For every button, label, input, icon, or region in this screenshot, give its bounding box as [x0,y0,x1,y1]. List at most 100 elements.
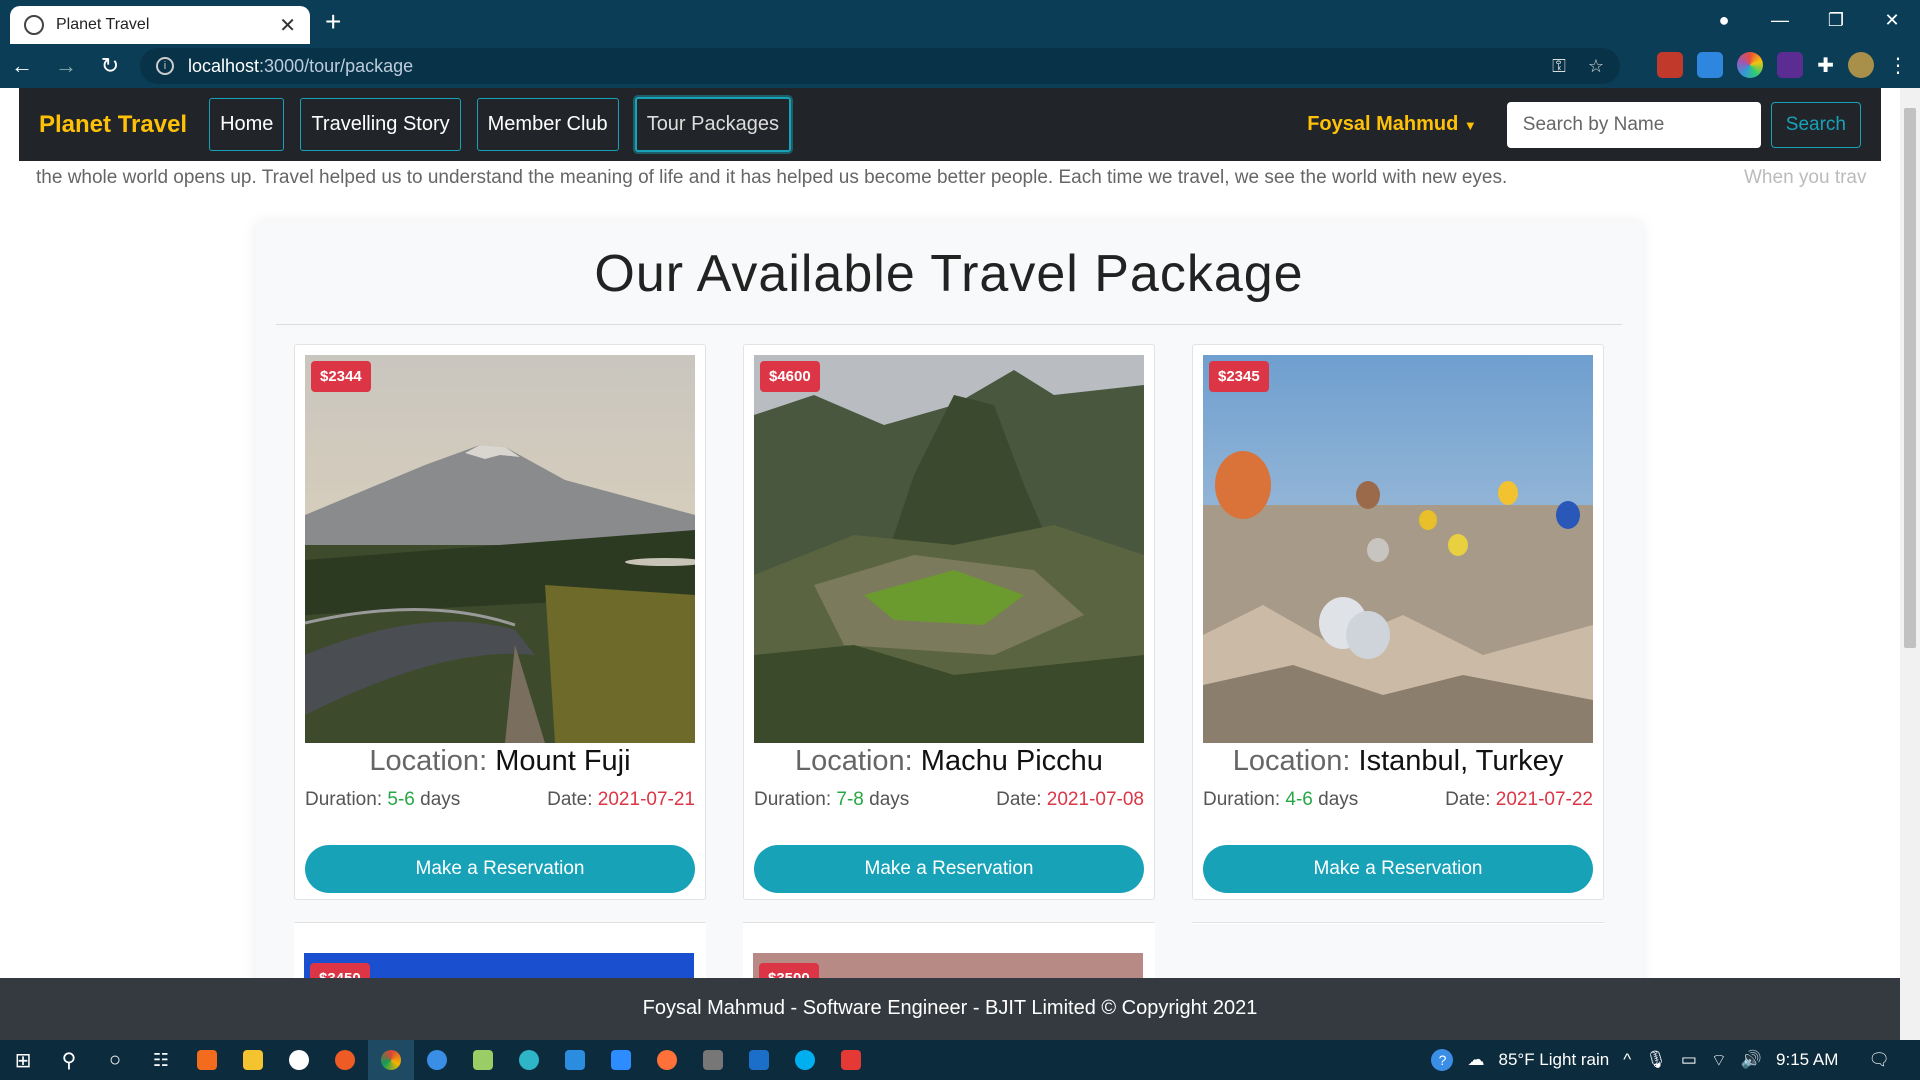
duration: Duration: 5-6 days [305,789,460,811]
vscode-icon[interactable] [552,1040,598,1080]
duration-value: 5-6 [387,789,415,810]
help-icon[interactable]: ? [1431,1049,1454,1071]
brand-logo[interactable]: Planet Travel [39,111,187,139]
volume-icon[interactable]: 🔊 [1741,1050,1762,1070]
edge-icon[interactable] [506,1040,552,1080]
location-name: Machu Picchu [920,745,1103,777]
skype-icon[interactable] [782,1040,828,1080]
browser-tab[interactable]: Planet Travel ✕ [10,6,310,44]
page-scrollbar[interactable] [1900,88,1920,1040]
forward-icon[interactable]: → [44,53,88,79]
puzzle-extensions-icon[interactable]: ✚ [1817,53,1834,78]
date-value: 2021-07-22 [1495,789,1593,810]
search-button[interactable]: Search [1770,101,1861,148]
date-value: 2021-07-08 [1046,789,1144,810]
microphone-icon[interactable]: 🎙 [1645,1050,1667,1070]
key-icon[interactable]: ⚿ [1552,56,1566,77]
file-explorer-icon[interactable] [230,1040,276,1080]
package-card: $4600 Location: Machu Picchu Duration: 7… [743,344,1155,900]
extension-icon[interactable] [1737,52,1764,78]
extension-icon[interactable] [1697,52,1724,78]
cortana-icon[interactable]: ○ [92,1040,138,1080]
close-window-icon[interactable]: ✕ [1864,10,1920,31]
url-path: :3000/tour/package [259,55,414,76]
make-reservation-button[interactable]: Make a Reservation [1203,845,1593,893]
task-view-icon[interactable]: ☷ [138,1040,184,1080]
search-icon[interactable]: ⚲ [46,1040,92,1080]
tab-close-icon[interactable]: ✕ [279,13,296,38]
nav-travelling-story[interactable]: Travelling Story [300,98,461,151]
price-badge: $2344 [311,361,371,392]
make-reservation-button[interactable]: Make a Reservation [305,845,695,893]
extensions-area: ✚ ⋮ [1657,52,1908,78]
package-card: $2344 Location: Mount Fuji Duration: 5-6… [294,344,706,900]
date-label: Date: [996,789,1042,810]
footer-text: Foysal Mahmud - Software Engineer - BJIT… [642,997,1258,1019]
date-label: Date: [547,789,593,810]
notifications-icon[interactable]: 🗨 [1868,1050,1890,1070]
notepad-icon[interactable] [460,1040,506,1080]
postman-icon[interactable] [322,1040,368,1080]
new-tab-icon[interactable]: + [325,6,341,38]
minimize-icon[interactable]: — [1752,10,1808,31]
nav-home[interactable]: Home [209,98,285,151]
github-icon[interactable] [276,1040,322,1080]
package-location: Location: Machu Picchu [744,745,1154,778]
extension-icon[interactable] [1777,52,1804,78]
package-location: Location: Mount Fuji [295,745,705,778]
user-name: Foysal Mahmud [1307,113,1459,135]
price-badge: $4600 [760,361,820,392]
reload-icon[interactable]: ↻ [88,53,132,79]
url-host: localhost [188,55,260,76]
user-menu-dropdown[interactable]: Foysal Mahmud ▼ [1307,113,1477,136]
site-info-icon[interactable]: i [156,57,174,75]
profile-menu-icon[interactable]: ● [1696,10,1752,31]
restore-icon[interactable]: ❐ [1808,10,1864,31]
duration-value: 4-6 [1285,789,1313,810]
chrome-icon[interactable] [368,1040,414,1080]
avatar[interactable] [1848,52,1874,78]
address-toolbar: ← → ↻ i localhost:3000/tour/package ⚿ ☆ … [0,44,1920,88]
package-location: Location: Istanbul, Turkey [1193,745,1603,778]
quote-marquee: the whole world opens up. Travel helped … [20,165,1880,191]
outlook-icon[interactable] [736,1040,782,1080]
xampp-icon[interactable] [184,1040,230,1080]
zoom-icon[interactable] [598,1040,644,1080]
package-card [1192,922,1604,924]
weather-cloud-icon: ☁ [1467,1050,1485,1069]
browser-tab-strip: Planet Travel ✕ + ● — ❐ ✕ [0,0,1920,44]
package-image-istanbul [1203,355,1593,743]
wifi-icon[interactable]: ⌔ [1711,1050,1727,1071]
weather-text[interactable]: 85°F Light rain [1498,1050,1609,1070]
duration-label: Duration: [1203,789,1281,810]
system-tray: ? ☁ 85°F Light rain ^ 🎙 ▭ ⌔ 🔊 9:15 AM 🗨 [1431,1049,1920,1071]
search-input[interactable] [1506,101,1761,148]
nav-tour-packages[interactable]: Tour Packages [634,97,791,152]
scrollbar-thumb[interactable] [1904,108,1916,648]
anydesk-icon[interactable] [828,1040,874,1080]
tray-chevron-icon[interactable]: ^ [1623,1050,1631,1070]
battery-icon[interactable]: ▭ [1681,1050,1697,1070]
make-reservation-button[interactable]: Make a Reservation [754,845,1144,893]
divider [276,324,1622,325]
location-label: Location: [795,745,913,777]
nav-member-club[interactable]: Member Club [476,98,619,151]
location-label: Location: [1232,745,1351,777]
browser-menu-icon[interactable]: ⋮ [1888,53,1908,78]
package-card: $2345 Location: Istanbul, Turkey Duratio… [1192,344,1604,900]
firefox-icon[interactable] [644,1040,690,1080]
date: Date: 2021-07-22 [1445,789,1593,811]
back-icon[interactable]: ← [0,53,44,79]
location-name: Mount Fuji [495,745,631,777]
package-meta: Duration: 7-8 days Date: 2021-07-08 [754,789,1144,811]
os-taskbar: ⊞ ⚲ ○ ☷ ? ☁ 85°F Light rain ^ 🎙 ▭ ⌔ 🔊 9:… [0,1040,1920,1080]
duration-label: Duration: [754,789,832,810]
windows-start-icon[interactable]: ⊞ [0,1040,46,1080]
packages-panel: Our Available Travel Package $2344 Locat… [256,222,1642,1022]
calculator-icon[interactable] [690,1040,736,1080]
clock-time[interactable]: 9:15 AM [1776,1050,1838,1070]
bookmark-star-icon[interactable]: ☆ [1588,56,1604,77]
address-bar[interactable]: i localhost:3000/tour/package ⚿ ☆ [140,48,1620,84]
extension-icon[interactable] [1657,52,1684,78]
app-icon[interactable] [414,1040,460,1080]
